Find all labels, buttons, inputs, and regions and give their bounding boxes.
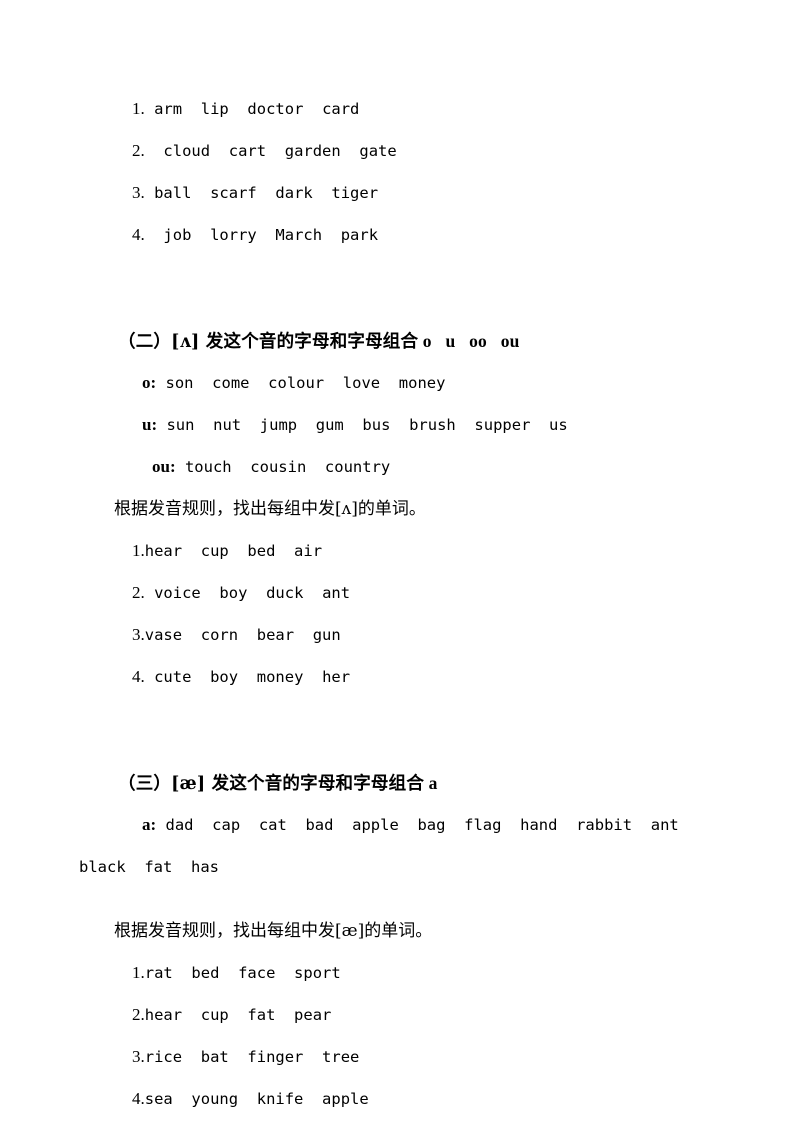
heading-letters: a: [424, 773, 438, 793]
list-item: 1.hear cup bed air: [79, 530, 739, 572]
section-one: 1. arm lip doctor card 2. cloud cart gar…: [79, 88, 739, 256]
rule-line-continuation: black fat has: [79, 858, 219, 876]
item-gap: [145, 184, 154, 202]
list-item: 3.vase corn bear gun: [79, 614, 739, 656]
item-number: 3.: [132, 183, 145, 202]
instruction-line: 根据发音规则，找出每组中发[ʌ]的单词。: [79, 488, 739, 530]
item-number: 4.: [132, 225, 145, 244]
section-three-heading: （三）[æ] 发这个音的字母和字母组合 a: [79, 762, 739, 804]
section-marker: （三）: [118, 774, 172, 794]
rule-words: son come colour love money: [156, 374, 446, 392]
item-words: vase corn bear gun: [144, 626, 341, 644]
item-number: 1.: [132, 541, 145, 560]
item-words: hear cup fat pear: [144, 1006, 332, 1024]
item-words: cute boy money her: [154, 668, 351, 686]
list-item: 4. cute boy money her: [79, 656, 739, 698]
item-number: 2.: [132, 141, 145, 160]
document-body: 1. arm lip doctor card 2. cloud cart gar…: [79, 88, 739, 1120]
item-number: 4.: [132, 667, 145, 686]
section-three: （三）[æ] 发这个音的字母和字母组合 a a: dad cap cat bad…: [79, 762, 739, 1120]
instruction-suffix: 的单词。: [357, 499, 426, 519]
rule-line: u: sun nut jump gum bus brush supper us: [79, 404, 739, 446]
list-item: 2. cloud cart garden gate: [79, 130, 739, 172]
item-gap: [145, 226, 164, 244]
rule-words: dad cap cat bad apple bag flag hand rabb…: [156, 816, 679, 834]
rule-key: a:: [142, 815, 157, 834]
phonetic-symbol: [æ]: [171, 774, 206, 794]
item-words: arm lip doctor card: [154, 100, 360, 118]
rule-key: u:: [142, 415, 158, 434]
section-two-heading: （二）[ʌ] 发这个音的字母和字母组合 o u oo ou: [79, 320, 739, 362]
rule-line: ou: touch cousin country: [79, 446, 739, 488]
item-words: hear cup bed air: [144, 542, 323, 560]
item-gap: [145, 668, 154, 686]
list-item: 4.sea young knife apple: [79, 1078, 739, 1120]
item-number: 1.: [132, 99, 145, 118]
phonetic-symbol: [ʌ]: [335, 499, 358, 519]
instruction-prefix: 根据发音规则，找出每组中发: [114, 499, 335, 519]
list-item: 2. voice boy duck ant: [79, 572, 739, 614]
item-words: cloud cart garden gate: [163, 142, 397, 160]
instruction-suffix: 的单词。: [364, 921, 433, 941]
list-item: 2.hear cup fat pear: [79, 994, 739, 1036]
item-number: 1.: [132, 963, 145, 982]
item-words: rice bat finger tree: [144, 1048, 360, 1066]
list-item: 3. ball scarf dark tiger: [79, 172, 739, 214]
item-number: 2.: [132, 583, 145, 602]
list-item: 3.rice bat finger tree: [79, 1036, 739, 1078]
item-words: voice boy duck ant: [154, 584, 351, 602]
item-words: job lorry March park: [163, 226, 379, 244]
list-item: 1.rat bed face sport: [79, 952, 739, 994]
item-words: sea young knife apple: [144, 1090, 369, 1108]
item-gap: [145, 584, 154, 602]
list-item: 4. job lorry March park: [79, 214, 739, 256]
heading-chinese-text: 发这个音的字母和字母组合: [199, 332, 419, 352]
item-number: 3.: [132, 625, 145, 644]
list-item: 1. arm lip doctor card: [79, 88, 739, 130]
rule-line: o: son come colour love money: [79, 362, 739, 404]
item-number: 4.: [132, 1089, 145, 1108]
section-two: （二）[ʌ] 发这个音的字母和字母组合 o u oo ou o: son com…: [79, 320, 739, 698]
phonetic-symbol: [ʌ]: [171, 332, 200, 352]
item-gap: [145, 100, 154, 118]
item-words: rat bed face sport: [144, 964, 341, 982]
instruction-prefix: 根据发音规则，找出每组中发: [114, 921, 335, 941]
item-words: ball scarf dark tiger: [154, 184, 379, 202]
heading-chinese-text: 发这个音的字母和字母组合: [205, 774, 425, 794]
rule-words: sun nut jump gum bus brush supper us: [157, 416, 568, 434]
heading-letters: o u oo ou: [418, 331, 520, 351]
instruction-line: 根据发音规则，找出每组中发[æ]的单词。: [79, 910, 739, 952]
document-page: 1. arm lip doctor card 2. cloud cart gar…: [0, 0, 794, 1123]
item-gap: [145, 142, 164, 160]
rule-key: ou:: [152, 457, 176, 476]
section-marker: （二）: [118, 332, 172, 352]
item-number: 3.: [132, 1047, 145, 1066]
rule-key: o:: [142, 373, 157, 392]
item-number: 2.: [132, 1005, 145, 1024]
phonetic-symbol: [æ]: [335, 921, 365, 941]
rule-words: touch cousin country: [175, 458, 391, 476]
rule-line: a: dad cap cat bad apple bag flag hand r…: [79, 804, 739, 846]
